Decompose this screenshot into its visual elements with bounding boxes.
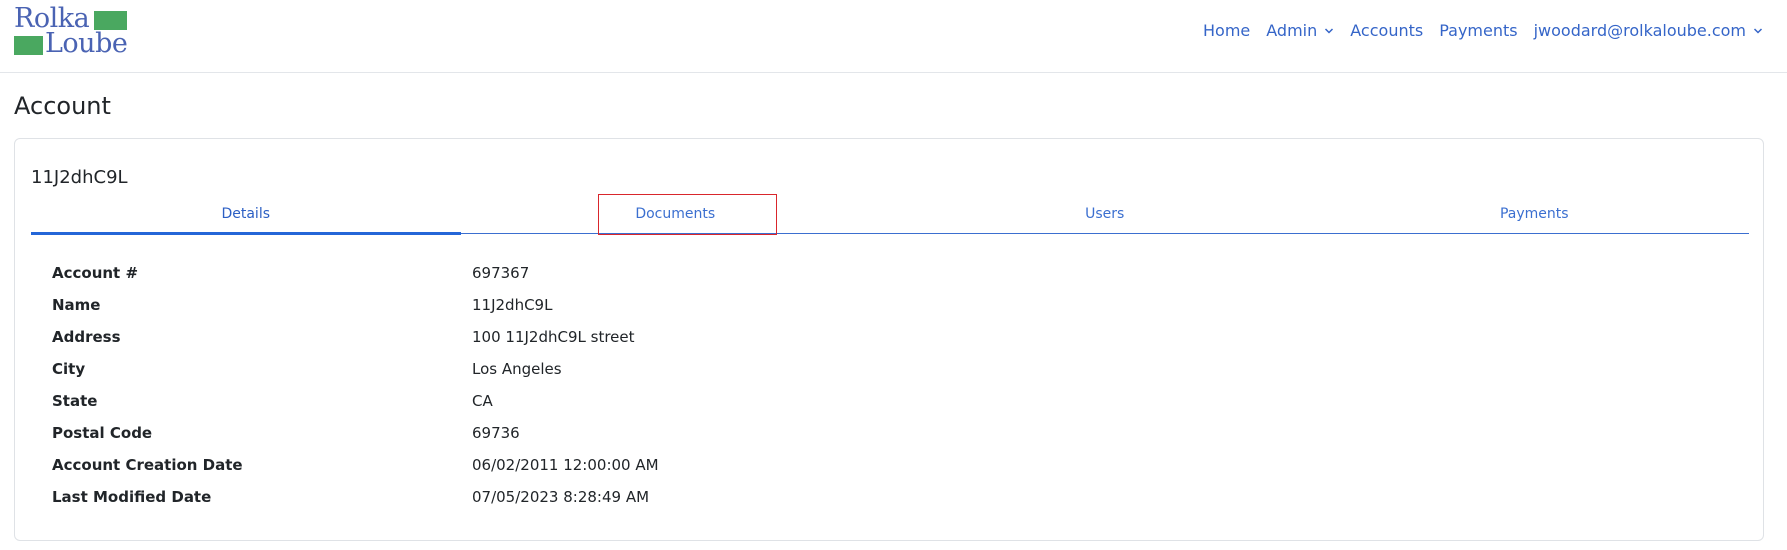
tab-details[interactable]: Details bbox=[31, 201, 461, 235]
tab-documents[interactable]: Documents bbox=[461, 201, 891, 233]
detail-value: 697367 bbox=[472, 264, 530, 282]
tab-payments[interactable]: Payments bbox=[1320, 201, 1750, 233]
user-email-label: jwoodard@rolkaloube.com bbox=[1533, 21, 1746, 40]
detail-row-state: State CA bbox=[52, 385, 659, 417]
nav-payments-label: Payments bbox=[1439, 21, 1518, 40]
detail-value: 100 11J2dhC9L street bbox=[472, 328, 635, 346]
detail-label: City bbox=[52, 360, 86, 378]
nav-home-link[interactable]: Home bbox=[1203, 21, 1250, 40]
account-tabs: Details Documents Users Payments bbox=[31, 201, 1750, 235]
chevron-down-icon bbox=[1753, 27, 1763, 34]
detail-label: Account # bbox=[52, 264, 139, 282]
detail-value: 07/05/2023 8:28:49 AM bbox=[472, 488, 650, 506]
detail-value: Los Angeles bbox=[472, 360, 562, 378]
detail-row-city: City Los Angeles bbox=[52, 353, 659, 385]
detail-row-modified-date: Last Modified Date 07/05/2023 8:28:49 AM bbox=[52, 481, 659, 513]
detail-label: Postal Code bbox=[52, 424, 153, 442]
nav-accounts-link[interactable]: Accounts bbox=[1350, 21, 1423, 40]
account-card: 11J2dhC9L Details Documents Users Paymen… bbox=[14, 138, 1764, 541]
detail-value: 11J2dhC9L bbox=[472, 296, 553, 314]
detail-label: Address bbox=[52, 328, 121, 346]
detail-label: Name bbox=[52, 296, 101, 314]
nav-admin-dropdown[interactable]: Admin bbox=[1266, 21, 1334, 40]
chevron-down-icon bbox=[1325, 27, 1334, 34]
detail-value: 06/02/2011 12:00:00 AM bbox=[472, 456, 659, 474]
nav-admin-label: Admin bbox=[1266, 21, 1318, 40]
tab-users[interactable]: Users bbox=[890, 201, 1320, 233]
detail-value: 69736 bbox=[472, 424, 520, 442]
top-navbar: Rolka Loube Home Admin Accounts Payments… bbox=[0, 0, 1787, 73]
detail-row-postal-code: Postal Code 69736 bbox=[52, 417, 659, 449]
detail-value: CA bbox=[472, 392, 493, 410]
page-title: Account bbox=[14, 92, 111, 120]
nav-links: Home Admin Accounts Payments jwoodard@ro… bbox=[1187, 21, 1763, 40]
detail-row-account-number: Account # 697367 bbox=[52, 257, 659, 289]
detail-row-name: Name 11J2dhC9L bbox=[52, 289, 659, 321]
brand-logo[interactable]: Rolka Loube bbox=[14, 5, 130, 57]
nav-payments-link[interactable]: Payments bbox=[1439, 21, 1517, 40]
account-heading: 11J2dhC9L bbox=[31, 167, 128, 188]
nav-accounts-label: Accounts bbox=[1350, 21, 1424, 40]
logo-text-bottom: Loube bbox=[45, 28, 128, 59]
user-menu-dropdown[interactable]: jwoodard@rolkaloube.com bbox=[1534, 21, 1763, 40]
detail-row-address: Address 100 11J2dhC9L street bbox=[52, 321, 659, 353]
detail-label: Account Creation Date bbox=[52, 456, 243, 474]
detail-row-creation-date: Account Creation Date 06/02/2011 12:00:0… bbox=[52, 449, 659, 481]
detail-label: Last Modified Date bbox=[52, 488, 212, 506]
account-details-list: Account # 697367 Name 11J2dhC9L Address … bbox=[52, 257, 659, 513]
logo-block-bottom bbox=[14, 36, 43, 55]
nav-home-label: Home bbox=[1203, 21, 1251, 40]
detail-label: State bbox=[52, 392, 98, 410]
